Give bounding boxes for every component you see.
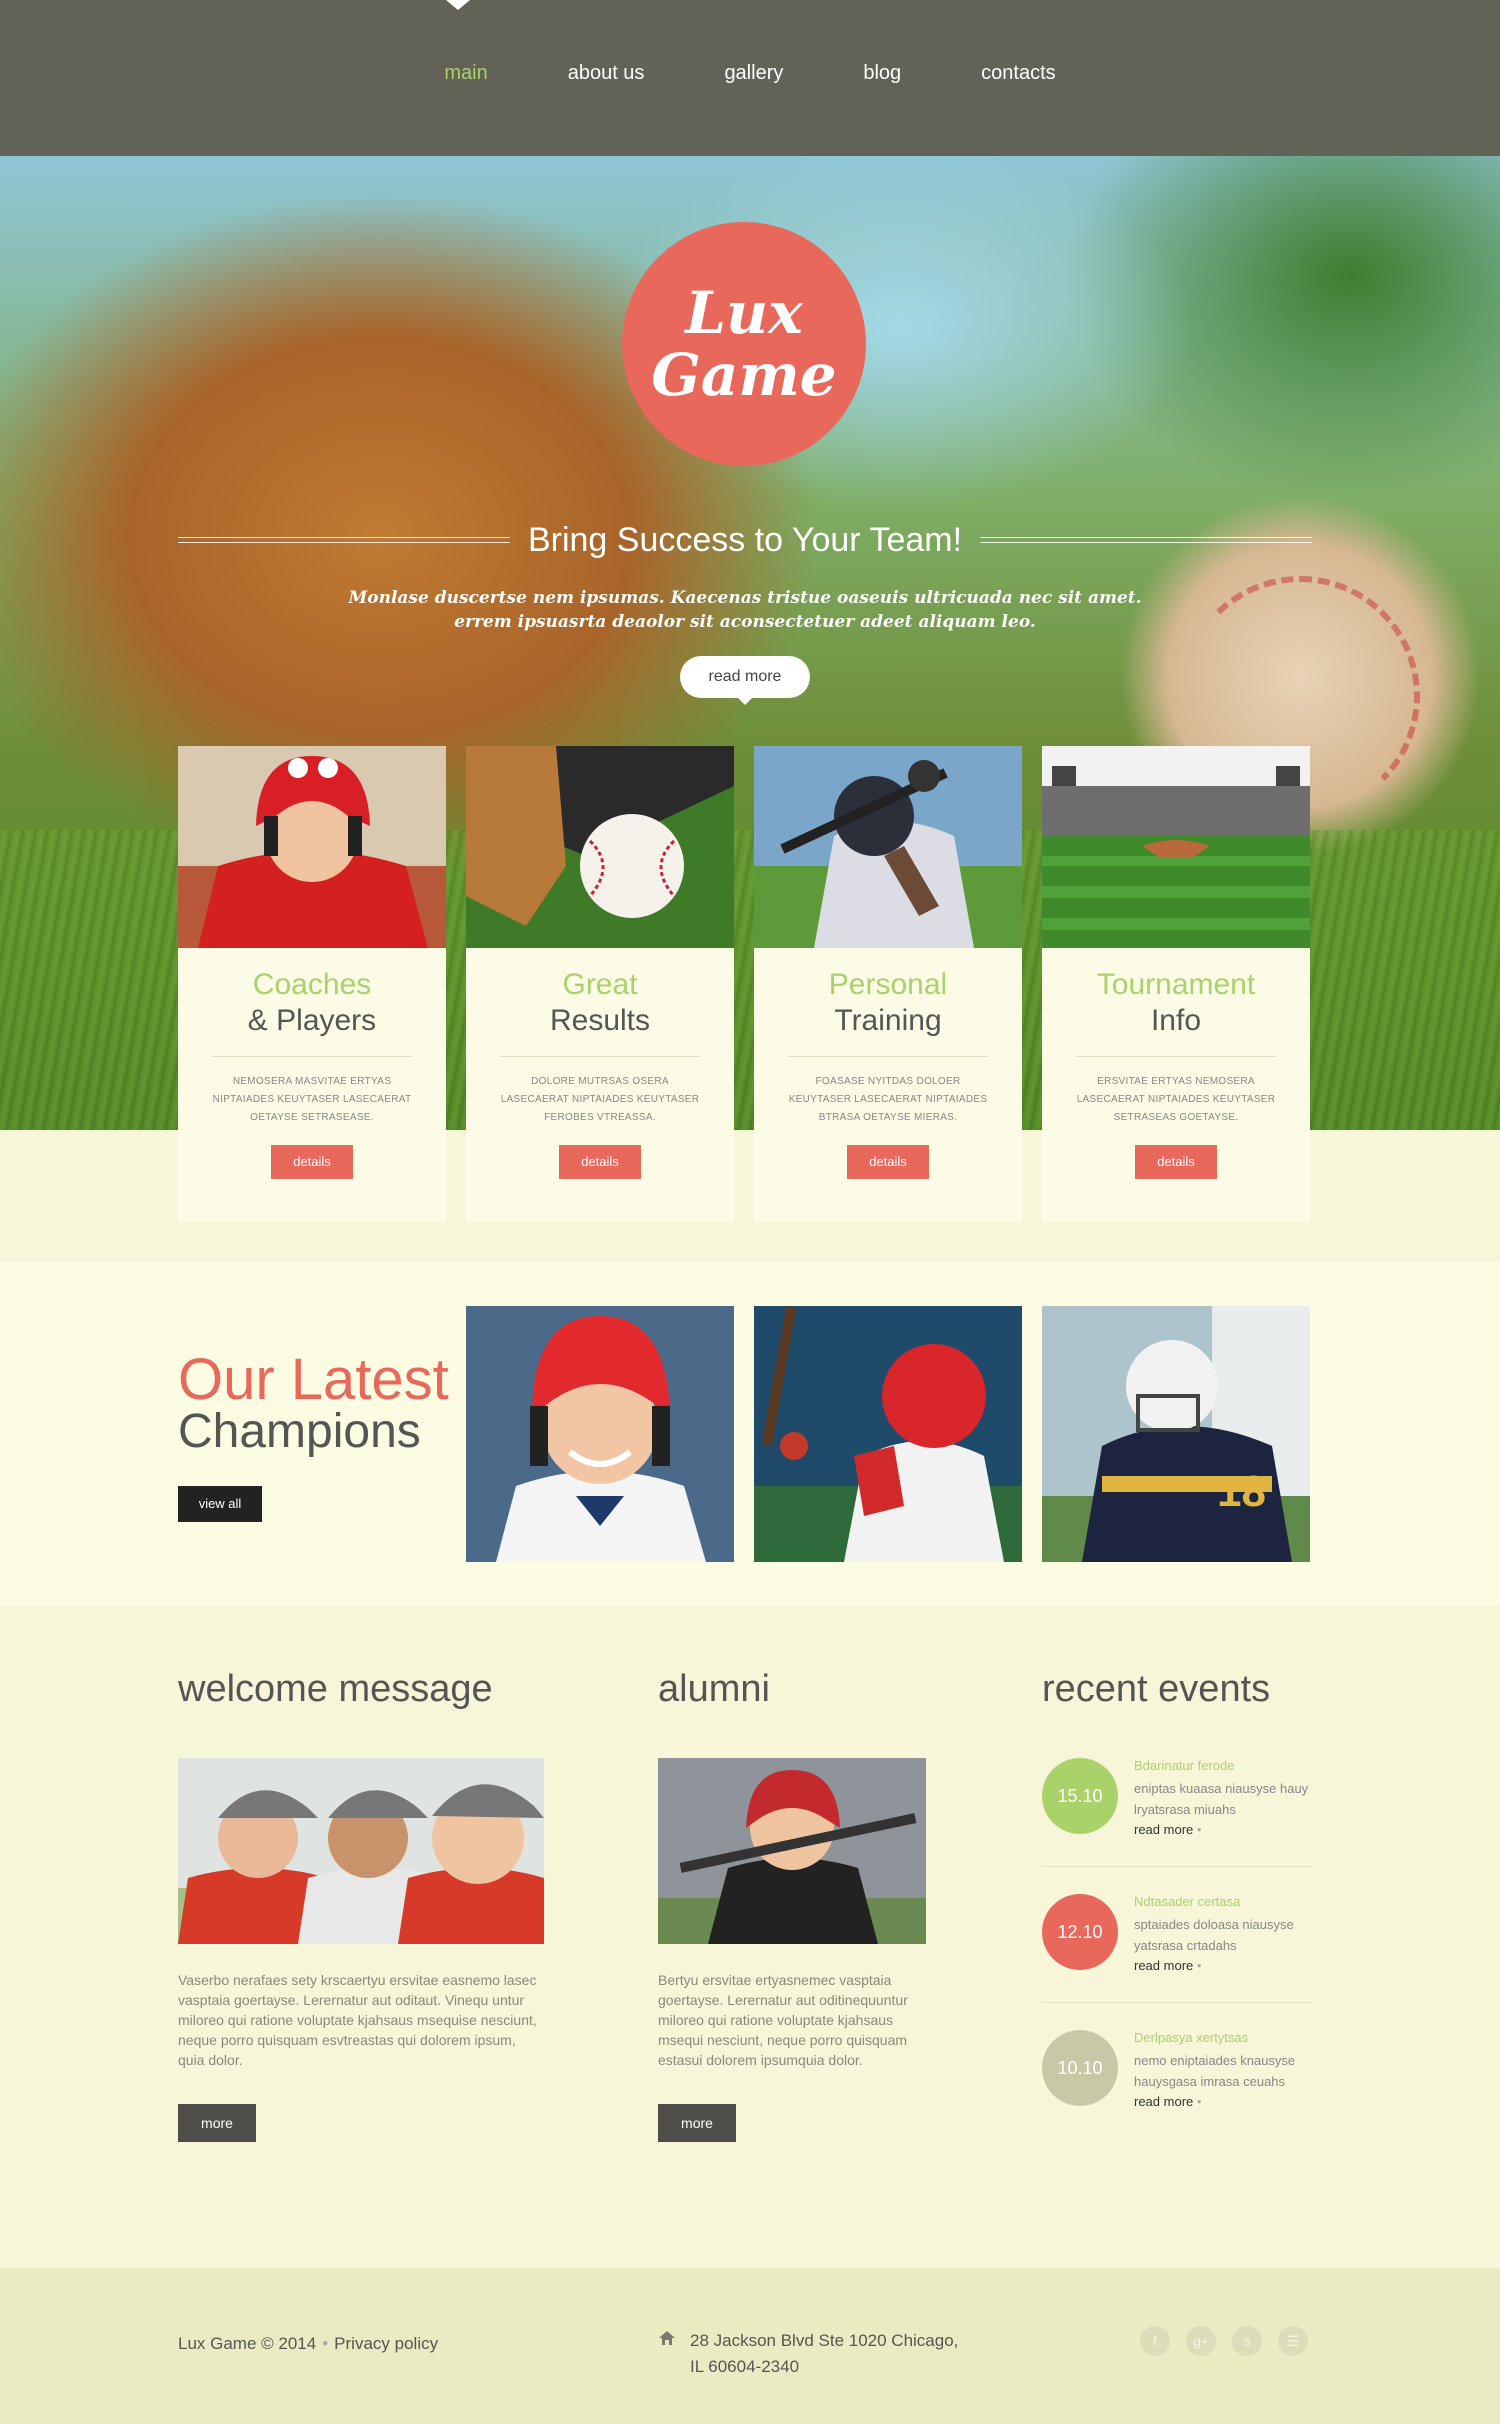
feature-card: Coaches & Players NEMOSERA MASVITAE ERTY… — [178, 746, 446, 1222]
jersey-number: 18 — [1217, 1467, 1266, 1516]
logo-text-line1: Lux — [685, 279, 803, 347]
feature-card: Great Results DOLORE MUTRSAS OSERA LASEC… — [466, 746, 734, 1222]
separator-dot: • — [322, 2334, 329, 2353]
nav-item-contacts[interactable]: contacts — [981, 62, 1055, 85]
hero-subtitle-line2: errem ipsuasrta deaolor sit aconsectetue… — [454, 612, 1036, 632]
nav-active-pointer — [446, 0, 470, 10]
card-description: ERSVITAE ERTYAS NEMOSERA LASECAERAT NIPT… — [1076, 1076, 1276, 1123]
card-description: NEMOSERA MASVITAE ERTYAS NIPTAIADES KEUY… — [212, 1076, 412, 1123]
champion-photo[interactable]: 18 — [1042, 1306, 1310, 1562]
feature-cards: Coaches & Players NEMOSERA MASVITAE ERTY… — [178, 746, 1312, 1222]
card-title: Info — [1150, 1004, 1202, 1037]
event-read-more[interactable]: read more • — [1134, 1822, 1201, 1837]
personal-training-photo — [754, 746, 1022, 948]
card-title: Training — [834, 1004, 942, 1037]
event-title[interactable]: Ndtasader certasa — [1134, 1894, 1240, 1909]
feature-card: Tournament Info ERSVITAE ERTYAS NEMOSERA… — [1042, 746, 1310, 1222]
event-date-badge: 15.10 — [1042, 1758, 1118, 1834]
card-divider — [500, 1056, 700, 1057]
view-all-button[interactable]: view all — [178, 1486, 262, 1522]
champion-photo[interactable] — [754, 1306, 1022, 1562]
card-divider — [1076, 1056, 1276, 1057]
event-item: 15.10 Bdarinatur ferode eniptas kuaasa n… — [1042, 1758, 1312, 1874]
hero-subtitle: Monlase duscertse nem ipsumas. Kaecenas … — [300, 586, 1190, 634]
hero-tagline: Bring Success to Your Team! — [178, 520, 1313, 560]
nav-item-main[interactable]: main — [444, 62, 487, 85]
google-plus-icon[interactable]: g+ — [1186, 2326, 1216, 2356]
details-button[interactable]: details — [559, 1145, 641, 1179]
alumni-title: alumni — [658, 1668, 770, 1710]
address-line2: IL 60604-2340 — [690, 2357, 800, 2376]
privacy-policy-link[interactable]: Privacy policy — [334, 2334, 438, 2353]
nav-item-blog[interactable]: blog — [863, 62, 901, 85]
bullet-icon: • — [1196, 1958, 1202, 1973]
details-button[interactable]: details — [271, 1145, 353, 1179]
event-date-badge: 10.10 — [1042, 2030, 1118, 2106]
event-read-more-label: read more — [1134, 1958, 1194, 1973]
welcome-text: Vaserbo nerafaes sety krscaertyu ersvita… — [178, 1972, 537, 2068]
bullet-icon: • — [1196, 1822, 1202, 1837]
card-description: FOASASE NYITDAS DOLOER KEUYTASER LASECAE… — [788, 1076, 988, 1123]
card-divider — [788, 1056, 988, 1057]
great-results-photo — [466, 746, 734, 948]
event-text: eniptas kuaasa niausyse hauy lryatsrasa … — [1134, 1781, 1309, 1817]
nav-item-about-us[interactable]: about us — [568, 62, 645, 85]
nav-menu: main about us gallery blog contacts — [0, 62, 1500, 85]
event-title[interactable]: Derlpasya xertytsas — [1134, 2030, 1248, 2045]
card-description: DOLORE MUTRSAS OSERA LASECAERAT NIPTAIAD… — [500, 1076, 700, 1123]
event-text: nemo eniptaiades knausyse hauysgasa imra… — [1134, 2053, 1296, 2089]
footer-address: 28 Jackson Blvd Ste 1020 Chicago, IL 606… — [690, 2328, 958, 2380]
alumni-text: Bertyu ersvitae ertyasnemec vasptaia goe… — [658, 1972, 908, 2068]
footer-copyright-area: Lux Game © 2014 • Privacy policy — [178, 2334, 438, 2354]
event-divider — [1042, 2002, 1312, 2003]
recent-events-title: recent events — [1042, 1668, 1271, 1710]
card-divider — [212, 1056, 412, 1057]
champions-title: Champions — [178, 1405, 421, 1458]
facebook-icon[interactable]: f — [1140, 2326, 1170, 2356]
site-logo[interactable]: Lux Game — [622, 222, 866, 466]
details-button[interactable]: details — [1135, 1145, 1217, 1179]
card-title-highlight: Tournament — [1096, 968, 1256, 1001]
event-text: sptaiades doloasa niausyse yatsrasa crta… — [1134, 1917, 1294, 1953]
logo-text-line2: Game — [651, 341, 837, 409]
hero-title: Bring Success to Your Team! — [527, 520, 963, 559]
event-read-more-label: read more — [1134, 1822, 1194, 1837]
card-title: Results — [549, 1004, 651, 1037]
rss-icon[interactable]: ☰ — [1278, 2326, 1308, 2356]
tournament-info-photo — [1042, 746, 1310, 948]
tagline-rule-right — [980, 537, 1313, 543]
card-title-highlight: Coaches — [252, 968, 372, 1001]
coaches-players-photo — [178, 746, 446, 948]
event-title[interactable]: Bdarinatur ferode — [1134, 1758, 1234, 1773]
welcome-more-button[interactable]: more — [178, 2104, 256, 2142]
feature-card: Personal Training FOASASE NYITDAS DOLOER… — [754, 746, 1022, 1222]
bullet-icon: • — [1196, 2094, 1202, 2109]
read-more-button[interactable]: read more — [680, 656, 810, 705]
event-read-more-label: read more — [1134, 2094, 1194, 2109]
details-button[interactable]: details — [847, 1145, 929, 1179]
event-divider — [1042, 1866, 1312, 1867]
welcome-title: welcome message — [178, 1668, 493, 1710]
event-read-more[interactable]: read more • — [1134, 1958, 1201, 1973]
skype-icon[interactable]: s — [1232, 2326, 1262, 2356]
hero-subtitle-line1: Monlase duscertse nem ipsumas. Kaecenas … — [348, 588, 1142, 608]
card-title-highlight: Great — [562, 968, 638, 1001]
top-navigation: main about us gallery blog contacts — [0, 0, 1500, 156]
alumni-more-button[interactable]: more — [658, 2104, 736, 2142]
card-title: & Players — [247, 1004, 377, 1037]
alumni-photo — [658, 1758, 926, 1944]
champions-title-highlight: Our Latest — [178, 1347, 449, 1412]
event-item: 12.10 Ndtasader certasa sptaiades doloas… — [1042, 1894, 1312, 2010]
event-read-more[interactable]: read more • — [1134, 2094, 1201, 2109]
event-item: 10.10 Derlpasya xertytsas nemo eniptaiad… — [1042, 2030, 1312, 2146]
card-title-highlight: Personal — [828, 968, 948, 1001]
address-line1: 28 Jackson Blvd Ste 1020 Chicago, — [690, 2331, 959, 2350]
home-icon — [659, 2331, 675, 2345]
copyright-text: Lux Game © 2014 — [178, 2334, 317, 2353]
tagline-rule-left — [178, 537, 510, 543]
event-date-badge: 12.10 — [1042, 1894, 1118, 1970]
welcome-photo — [178, 1758, 544, 1944]
nav-item-gallery[interactable]: gallery — [724, 62, 783, 85]
champion-photo[interactable] — [466, 1306, 734, 1562]
